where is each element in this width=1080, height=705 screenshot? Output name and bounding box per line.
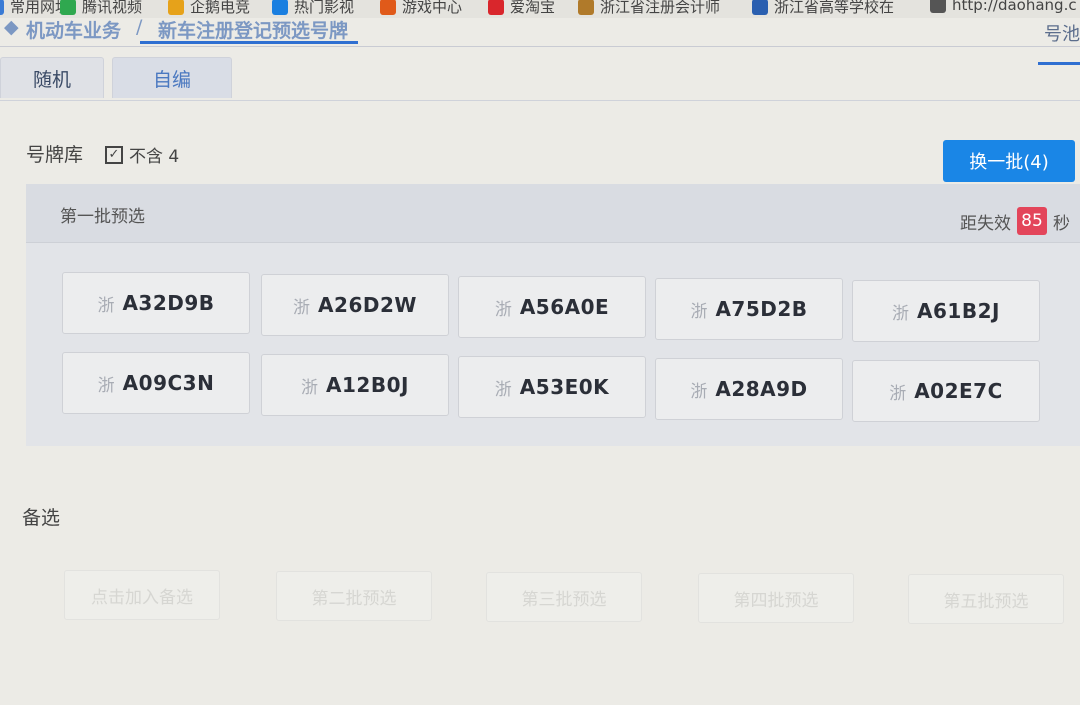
plate-number: A09C3N <box>122 371 215 395</box>
plate-number: A28A9D <box>715 377 808 401</box>
plate-number: A26D2W <box>318 293 417 317</box>
right-tab-label[interactable]: 号池 <box>1044 20 1080 46</box>
tabs-divider <box>0 100 1080 101</box>
plate-number: A56A0E <box>519 295 610 319</box>
alternate-batch-button[interactable]: 第二批预选 <box>276 571 432 621</box>
mode-tabs: 随机 自编 <box>0 57 1080 99</box>
exclude-four-label: 不含 4 <box>129 147 180 167</box>
plate-pool-label: 号牌库 <box>26 144 84 166</box>
plate-option[interactable]: 浙 A28A9D <box>655 358 843 420</box>
exclude-four-option[interactable]: ✓ 不含 4 <box>105 142 179 167</box>
alternate-batch-button[interactable]: 第五批预选 <box>908 574 1064 624</box>
alternate-batch-button[interactable]: 点击加入备选 <box>64 570 220 620</box>
tab-random[interactable]: 随机 <box>0 57 104 98</box>
alternate-batch-button[interactable]: 第三批预选 <box>486 572 642 622</box>
plate-province: 浙 <box>889 383 907 404</box>
plate-province: 浙 <box>293 297 311 318</box>
plate-province: 浙 <box>690 301 708 322</box>
plate-province: 浙 <box>690 381 708 402</box>
tab-custom[interactable]: 自编 <box>112 57 232 98</box>
plate-option[interactable]: 浙 A26D2W <box>261 274 449 336</box>
batch-title: 第一批预选 <box>60 207 145 227</box>
tab-custom-label: 自编 <box>152 68 191 91</box>
exclude-four-checkbox[interactable]: ✓ <box>105 145 123 164</box>
countdown-badge: 85 <box>1017 207 1047 235</box>
plate-option[interactable]: 浙 A75D2B <box>655 278 843 340</box>
header-divider <box>0 46 1080 47</box>
plate-province: 浙 <box>97 375 115 396</box>
plate-province: 浙 <box>97 295 115 316</box>
plate-number: A12B0J <box>326 373 409 397</box>
plate-province: 浙 <box>494 299 512 320</box>
plate-option[interactable]: 浙 A56A0E <box>458 276 646 338</box>
plate-option[interactable]: 浙 A32D9B <box>62 272 250 334</box>
alternates-label: 备选 <box>22 507 61 529</box>
expiry-countdown: 距失效 85 秒 <box>960 207 1070 235</box>
countdown-label: 距失效 <box>960 213 1011 234</box>
breadcrumb: ◆ 机动车业务 / 新车注册登记预选号牌 <box>0 10 1080 54</box>
plate-number: A53E0K <box>519 375 610 399</box>
plate-province: 浙 <box>892 303 910 324</box>
alternate-batch-button[interactable]: 第四批预选 <box>698 573 854 623</box>
preselect-panel-header: 第一批预选 距失效 85 秒 <box>26 184 1080 243</box>
plate-option[interactable]: 浙 A53E0K <box>458 356 646 418</box>
plate-option[interactable]: 浙 A61B2J <box>852 280 1040 342</box>
plate-option[interactable]: 浙 A12B0J <box>261 354 449 416</box>
countdown-unit: 秒 <box>1053 213 1070 234</box>
plate-number: A75D2B <box>715 297 808 321</box>
breadcrumb-separator: / <box>136 16 143 38</box>
plate-province: 浙 <box>301 377 319 398</box>
plate-number: A32D9B <box>122 291 215 315</box>
plate-number: A61B2J <box>917 299 1000 323</box>
breadcrumb-home-icon: ◆ <box>4 16 19 38</box>
plate-option[interactable]: 浙 A09C3N <box>62 352 250 414</box>
breadcrumb-active-indicator <box>140 41 358 44</box>
plate-option[interactable]: 浙 A02E7C <box>852 360 1040 422</box>
plate-province: 浙 <box>494 379 512 400</box>
breadcrumb-current[interactable]: 新车注册登记预选号牌 <box>158 16 348 43</box>
tab-random-label: 随机 <box>32 68 71 91</box>
refresh-batch-button[interactable]: 换一批(4) <box>943 140 1075 182</box>
breadcrumb-parent[interactable]: 机动车业务 <box>26 16 121 43</box>
plate-number: A02E7C <box>914 379 1003 403</box>
